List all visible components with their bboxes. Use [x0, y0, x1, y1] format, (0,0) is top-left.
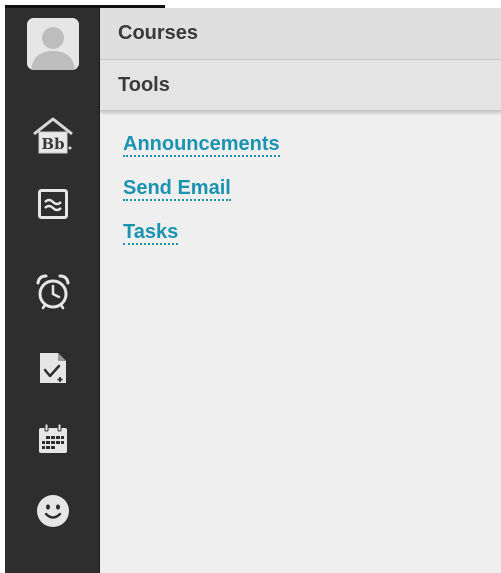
sidebar-item-stream[interactable] [5, 176, 100, 236]
smiley-icon [36, 494, 70, 533]
sidebar-item-due-dates[interactable] [5, 264, 100, 324]
tasks-link[interactable]: Tasks [123, 221, 179, 245]
tab-courses[interactable]: Courses [100, 8, 501, 60]
sidebar-item-profile[interactable] [5, 8, 100, 80]
sidebar: Bb [5, 8, 100, 573]
stream-icon [37, 188, 68, 224]
alarm-clock-icon [35, 273, 71, 316]
announcements-link[interactable]: Announcements [123, 133, 280, 157]
tab-courses-label: Courses [118, 22, 199, 44]
tab-tools-label: Tools [118, 73, 170, 96]
tab-tools[interactable]: Tools [100, 60, 501, 111]
bb-home-icon: Bb [30, 116, 76, 161]
grades-document-icon [38, 351, 68, 390]
tools-link-list: Announcements Send Email Tasks [100, 111, 501, 245]
sidebar-item-feedback[interactable] [5, 483, 100, 543]
app-frame: Bb Courses Tools Announcements Send Emai… [5, 8, 501, 573]
svg-text:Bb: Bb [41, 135, 64, 153]
main-panel: Courses Tools Announcements Send Email T… [100, 8, 501, 573]
sidebar-item-home[interactable]: Bb [5, 108, 100, 168]
sidebar-item-calendar[interactable] [5, 411, 100, 471]
send-email-link[interactable]: Send Email [123, 177, 231, 201]
sidebar-item-grades[interactable] [5, 340, 100, 400]
calendar-icon [37, 423, 69, 460]
avatar [26, 18, 79, 70]
